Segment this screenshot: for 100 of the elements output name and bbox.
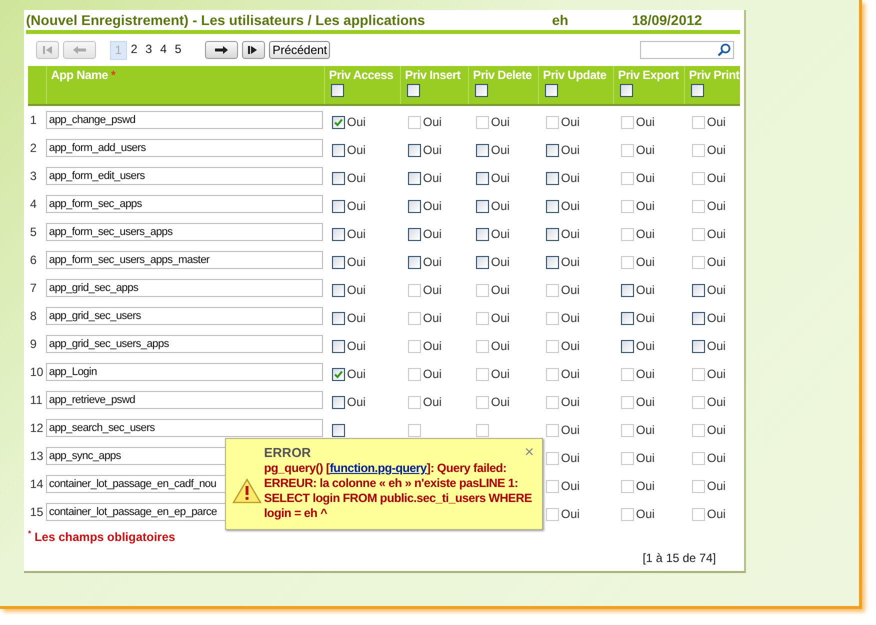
checkbox-label: Oui <box>423 395 442 409</box>
function-link[interactable]: function.pg-query <box>330 461 427 475</box>
app-name-field[interactable]: app_grid_sec_users <box>46 307 323 325</box>
checkbox[interactable] <box>332 340 345 352</box>
checkbox-label: Oui <box>491 227 510 241</box>
app-name-field[interactable]: app_Login <box>46 363 323 381</box>
checkbox[interactable] <box>332 116 345 128</box>
checkbox[interactable] <box>475 84 488 97</box>
checkbox[interactable] <box>621 284 634 296</box>
row-number: 6 <box>29 253 38 267</box>
checkbox[interactable] <box>332 228 345 240</box>
checkbox-label: Oui <box>636 311 655 325</box>
checkbox-label: Oui <box>707 311 726 325</box>
checkbox-label: Oui <box>423 339 442 353</box>
checkbox[interactable] <box>332 424 345 436</box>
checkbox-label: Oui <box>561 227 580 241</box>
checkbox-label: Oui <box>636 171 655 185</box>
app-name-field[interactable]: app_form_edit_users <box>46 167 323 185</box>
column-header: Priv Print <box>689 68 738 82</box>
checkbox[interactable] <box>692 312 705 324</box>
checkbox[interactable] <box>476 228 489 240</box>
app-name-field[interactable]: app_form_sec_apps <box>46 195 323 213</box>
checkbox[interactable] <box>408 256 421 268</box>
checkbox[interactable] <box>408 228 421 240</box>
checkbox[interactable] <box>332 144 345 156</box>
page-link[interactable]: 3 <box>141 40 156 60</box>
checkbox[interactable] <box>476 200 489 212</box>
user-name: eh <box>552 12 570 28</box>
checkbox-label: Oui <box>561 507 580 521</box>
checkbox-label: Oui <box>561 423 580 437</box>
checkbox-label: Oui <box>423 171 442 185</box>
row-number: 7 <box>29 281 38 295</box>
checkbox-label: Oui <box>347 143 366 157</box>
checkbox[interactable] <box>332 284 345 296</box>
checkbox-label: Oui <box>636 227 655 241</box>
checkbox-label: Oui <box>636 367 655 381</box>
checkbox-label: Oui <box>636 255 655 269</box>
checkbox-label: Oui <box>707 423 726 437</box>
row-number: 14 <box>29 477 44 491</box>
checkbox-label: Oui <box>491 339 510 353</box>
app-name-field[interactable]: app_grid_sec_apps <box>46 279 323 297</box>
checkbox[interactable] <box>332 396 345 408</box>
app-name-field[interactable]: app_change_pswd <box>46 111 323 129</box>
checkbox-label: Oui <box>636 479 655 493</box>
app-name-field[interactable]: app_form_sec_users_apps_master <box>46 251 323 269</box>
checkbox-label: Oui <box>636 339 655 353</box>
checkbox[interactable] <box>692 340 705 352</box>
page-link[interactable]: 2 <box>126 40 142 60</box>
app-name-field[interactable]: app_retrieve_pswd <box>46 391 323 409</box>
app-name-field[interactable]: app_form_add_users <box>46 139 323 157</box>
checkbox[interactable] <box>546 144 559 156</box>
checkbox[interactable] <box>408 144 421 156</box>
checkbox[interactable] <box>476 172 489 184</box>
row-number: 4 <box>29 197 38 211</box>
checkbox-label: Oui <box>423 283 442 297</box>
app-name-field[interactable]: app_grid_sec_users_apps <box>46 335 323 353</box>
checkbox[interactable] <box>691 84 704 97</box>
checkbox[interactable] <box>332 172 345 184</box>
checkbox[interactable] <box>332 256 345 268</box>
last-page-button[interactable] <box>242 41 266 59</box>
checkbox[interactable] <box>476 256 489 268</box>
page-link[interactable]: 4 <box>156 40 171 60</box>
checkbox[interactable] <box>408 200 421 212</box>
checkbox[interactable] <box>331 84 344 97</box>
checkbox-label: Oui <box>347 339 366 353</box>
checkbox[interactable] <box>621 312 634 324</box>
checkbox-label: Oui <box>561 115 580 129</box>
date-label: 18/09/2012 <box>632 12 704 28</box>
checkbox[interactable] <box>332 312 345 324</box>
checkbox-label: Oui <box>636 507 655 521</box>
checkbox-label: Oui <box>561 199 580 213</box>
checkbox[interactable] <box>476 144 489 156</box>
app-name-field[interactable]: app_search_sec_users <box>46 419 323 437</box>
checkbox-label: Oui <box>707 115 726 129</box>
checkbox[interactable] <box>621 340 634 352</box>
checkbox[interactable] <box>546 200 559 212</box>
checkbox-label: Oui <box>561 339 580 353</box>
checkbox-label: Oui <box>561 311 580 325</box>
app-name-field[interactable]: app_form_sec_users_apps <box>46 223 323 241</box>
checkbox[interactable] <box>407 84 420 97</box>
page-link[interactable]: 5 <box>170 40 186 60</box>
checkbox[interactable] <box>692 284 705 296</box>
checkbox[interactable] <box>545 84 558 97</box>
checkbox[interactable] <box>546 228 559 240</box>
column-header: Priv Delete <box>473 68 533 82</box>
checkbox[interactable] <box>332 368 345 380</box>
row-number: 10 <box>29 365 44 379</box>
row-number: 15 <box>29 505 44 519</box>
checkbox[interactable] <box>546 172 559 184</box>
row-number: 2 <box>29 141 38 155</box>
checkbox[interactable] <box>332 200 345 212</box>
checkbox-label: Oui <box>636 199 655 213</box>
next-button[interactable] <box>205 41 238 59</box>
search-field[interactable] <box>640 41 734 59</box>
checkbox[interactable] <box>620 84 633 97</box>
checkbox-label: Oui <box>707 255 726 269</box>
checkbox-label: Oui <box>707 171 726 185</box>
previous-button[interactable]: Précédent <box>269 41 330 59</box>
checkbox[interactable] <box>546 256 559 268</box>
checkbox[interactable] <box>408 172 421 184</box>
